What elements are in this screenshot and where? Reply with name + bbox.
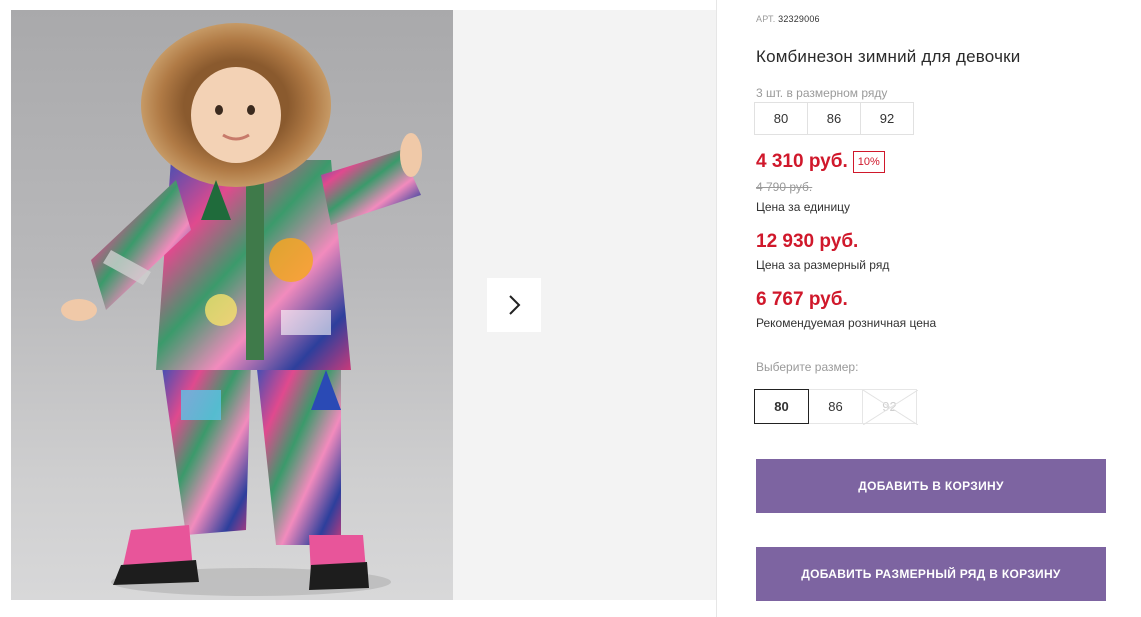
row-price: 12 930 руб. <box>756 231 859 252</box>
add-to-cart-button[interactable]: ДОБАВИТЬ В КОРЗИНУ <box>756 459 1106 513</box>
size-option-92: 92 <box>862 389 918 425</box>
row-price-caption: Цена за размерный ряд <box>756 258 890 272</box>
size-selector: 80 86 92 <box>754 389 918 425</box>
retail-price-caption: Рекомендуемая розничная цена <box>756 316 937 330</box>
chevron-right-icon <box>509 295 521 315</box>
choose-size-label: Выберите размер: <box>756 360 859 374</box>
panel-divider <box>716 0 717 617</box>
retail-price: 6 767 руб. <box>756 289 848 310</box>
size-row-item: 92 <box>860 102 914 135</box>
size-row-note: 3 шт. в размерном ряду <box>756 86 888 100</box>
add-size-row-to-cart-button[interactable]: ДОБАВИТЬ РАЗМЕРНЫЙ РЯД В КОРЗИНУ <box>756 547 1106 601</box>
product-title: Комбинезон зимний для девочки <box>756 47 1021 66</box>
discount-badge: 10% <box>852 151 885 173</box>
unit-price: 4 310 руб. <box>756 151 848 172</box>
unavailable-cross-icon <box>863 390 918 425</box>
sku: АРТ. 32329006 <box>756 14 820 24</box>
gallery-next-button[interactable] <box>487 278 541 332</box>
unit-price-caption: Цена за единицу <box>756 200 851 214</box>
unit-price-line: 4 310 руб. 10% <box>756 151 885 173</box>
size-row-item: 80 <box>754 102 808 135</box>
product-photo[interactable] <box>11 10 453 600</box>
product-page: АРТ. 32329006 Комбинезон зимний для дево… <box>0 0 1141 617</box>
old-price: 4 790 руб. <box>756 180 813 194</box>
size-option-80[interactable]: 80 <box>754 389 809 424</box>
size-row-list: 80 86 92 <box>754 102 914 135</box>
sku-label: АРТ. <box>756 14 776 24</box>
size-row-item: 86 <box>807 102 861 135</box>
product-gallery <box>11 10 716 600</box>
sku-number: 32329006 <box>778 14 820 24</box>
size-option-86[interactable]: 86 <box>808 389 863 424</box>
child-in-snowsuit-illustration <box>61 23 422 596</box>
